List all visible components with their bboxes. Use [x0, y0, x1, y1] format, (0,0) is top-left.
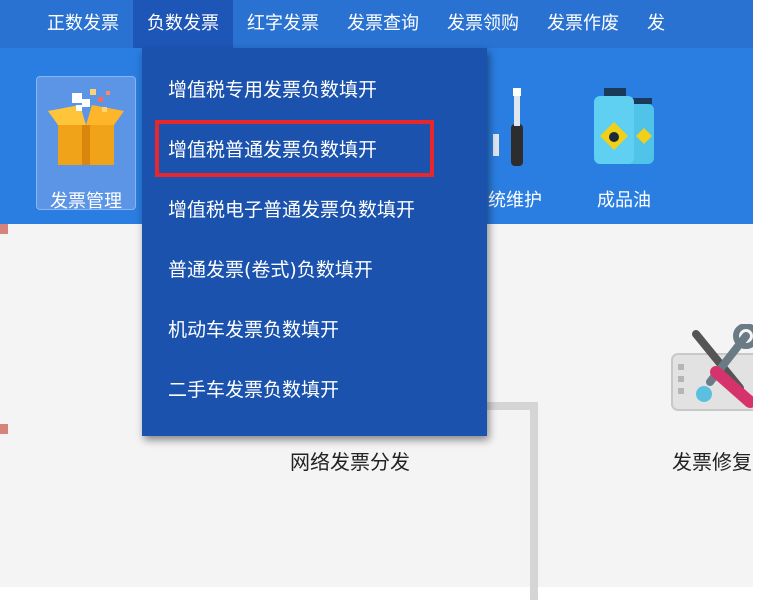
left-edge-mark [0, 424, 8, 434]
selection-highlight-box [155, 120, 434, 177]
dropdown-item-vat-special-negative[interactable]: 增值税专用发票负数填开 [168, 76, 377, 104]
menu-invoice-purchase[interactable]: 发票领购 [433, 0, 533, 48]
window-right-edge [753, 0, 765, 587]
invoice-repair-icon[interactable] [670, 324, 760, 414]
left-edge-mark [0, 224, 8, 234]
menu-invoice-more[interactable]: 发 [633, 0, 679, 48]
dropdown-item-vat-electronic-negative[interactable]: 增值税电子普通发票负数填开 [168, 196, 415, 224]
invoice-repair-label[interactable]: 发票修复 [672, 446, 752, 475]
menu-invoice-query[interactable]: 发票查询 [333, 0, 433, 48]
dropdown-item-used-car-negative[interactable]: 二手车发票负数填开 [168, 376, 339, 404]
invoice-app-window: 正数发票 负数发票 红字发票 发票查询 发票领购 发票作废 发 发票管理 统维护… [0, 0, 765, 600]
network-invoice-distribution-label[interactable]: 网络发票分发 [290, 446, 410, 475]
top-menu-bar: 正数发票 负数发票 红字发票 发票查询 发票领购 发票作废 发 [0, 0, 765, 48]
open-box-icon [48, 89, 124, 165]
dropdown-item-roll-invoice-negative[interactable]: 普通发票(卷式)负数填开 [168, 256, 373, 284]
tool-invoice-management-label: 发票管理 [50, 191, 122, 212]
tool-refined-oil[interactable]: 成品油 [574, 76, 674, 211]
dropdown-item-motor-vehicle-negative[interactable]: 机动车发票负数填开 [168, 316, 339, 344]
menu-negative-invoice[interactable]: 负数发票 [133, 0, 233, 48]
menu-positive-invoice[interactable]: 正数发票 [33, 0, 133, 48]
negative-invoice-dropdown: 增值税专用发票负数填开 增值税普通发票负数填开 增值税电子普通发票负数填开 普通… [142, 48, 487, 436]
tool-system-maintenance-label: 统维护 [488, 190, 542, 211]
tool-invoice-management[interactable]: 发票管理 [36, 76, 136, 212]
tool-refined-oil-label: 成品油 [597, 190, 651, 211]
oil-can-icon [594, 88, 654, 164]
menu-invoice-void[interactable]: 发票作废 [533, 0, 633, 48]
menu-red-invoice[interactable]: 红字发票 [233, 0, 333, 48]
